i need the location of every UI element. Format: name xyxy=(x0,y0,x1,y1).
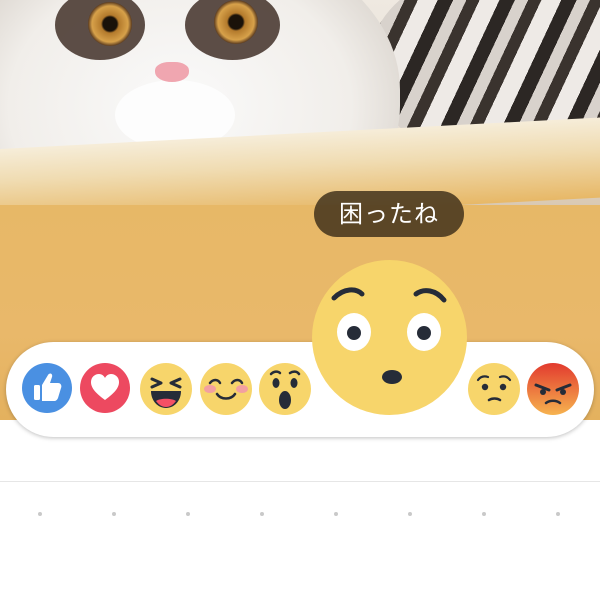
love-reaction-button[interactable] xyxy=(80,363,130,413)
dot xyxy=(408,512,412,516)
dot xyxy=(482,512,486,516)
like-reaction-button[interactable] xyxy=(22,363,72,413)
dot xyxy=(112,512,116,516)
cat-eye-left xyxy=(88,2,132,46)
yay-reaction-button[interactable] xyxy=(200,363,252,415)
laughing-face-icon xyxy=(140,363,192,415)
haha-reaction-button[interactable] xyxy=(140,363,192,415)
dot xyxy=(260,512,264,516)
cat-nose xyxy=(155,62,189,82)
smiling-blush-face-icon xyxy=(200,363,252,415)
dot xyxy=(186,512,190,516)
worried-face-icon xyxy=(468,363,520,415)
wow-reaction-button[interactable] xyxy=(259,363,311,415)
dot xyxy=(38,512,42,516)
angry-reaction-button[interactable] xyxy=(527,363,579,415)
angry-face-icon xyxy=(527,363,579,415)
section-divider xyxy=(0,481,600,482)
heart-icon xyxy=(80,363,130,413)
dot xyxy=(556,512,560,516)
thumbs-up-icon xyxy=(22,363,72,413)
confused-face-icon xyxy=(312,260,467,415)
worried-reaction-button[interactable] xyxy=(468,363,520,415)
reaction-tooltip: 困ったね xyxy=(314,191,464,237)
cat-eye-right xyxy=(214,0,258,44)
dot xyxy=(334,512,338,516)
confused-reaction-button[interactable] xyxy=(312,260,467,415)
surprised-face-icon xyxy=(259,363,311,415)
loading-dots-row xyxy=(0,512,600,518)
